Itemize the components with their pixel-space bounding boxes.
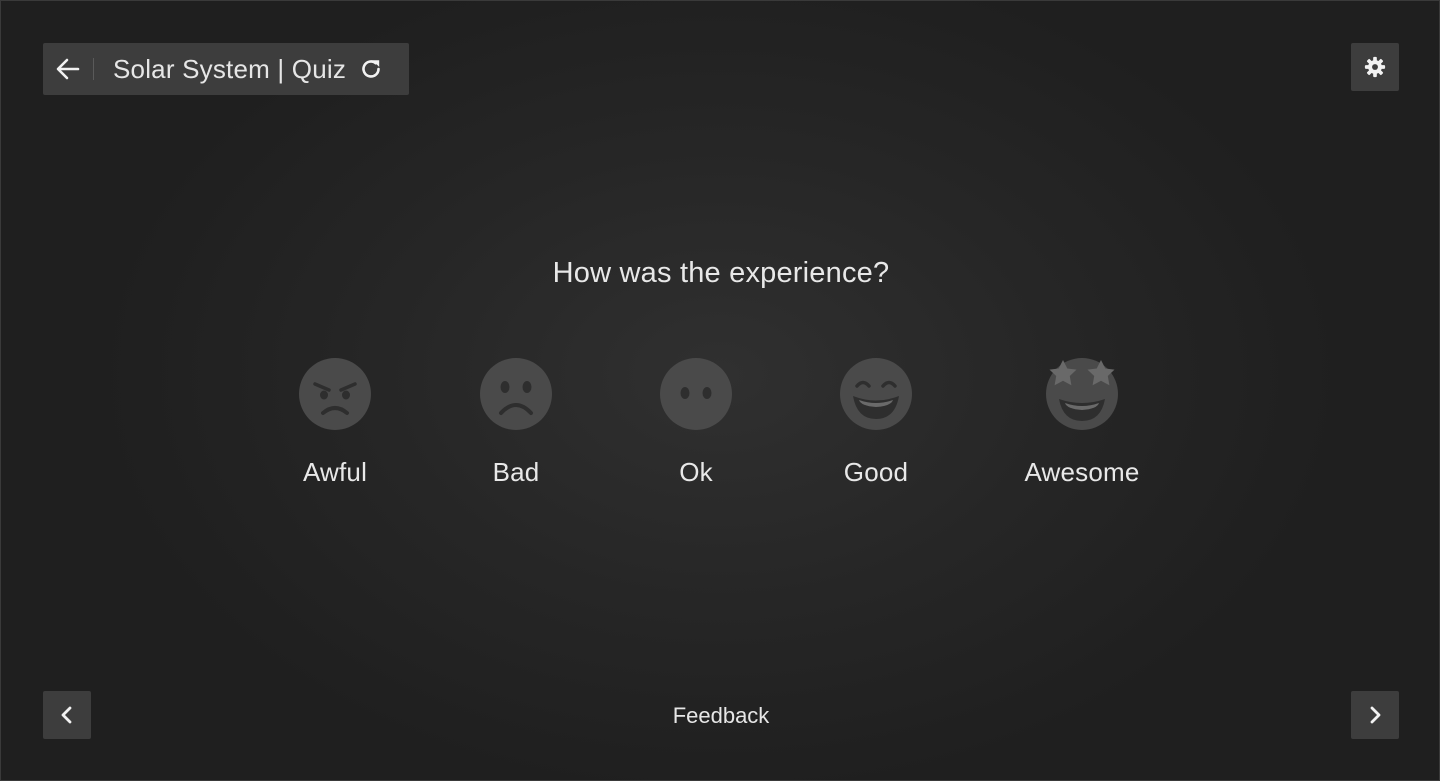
reload-button[interactable] xyxy=(354,52,388,86)
rating-awful[interactable]: Awful xyxy=(255,357,415,488)
quiz-feedback-screen: Solar System | Quiz How was the experien… xyxy=(0,0,1440,781)
settings-button[interactable] xyxy=(1351,43,1399,91)
rating-label: Ok xyxy=(679,457,713,487)
next-button[interactable] xyxy=(1351,691,1399,739)
rating-good[interactable]: Good xyxy=(796,357,956,488)
back-button[interactable] xyxy=(43,43,93,95)
star-struck-face-icon xyxy=(1046,358,1118,430)
chevron-right-icon xyxy=(1370,706,1381,724)
gear-icon xyxy=(1364,56,1386,78)
rating-label: Good xyxy=(843,457,909,487)
feedback-question: How was the experience? xyxy=(552,257,890,289)
rating-awesome[interactable]: Awesome xyxy=(1002,357,1162,488)
rating-bad[interactable]: Bad xyxy=(436,357,596,488)
grinning-face-icon xyxy=(840,358,912,430)
rating-label: Bad xyxy=(492,457,540,487)
arrow-left-icon xyxy=(56,58,80,80)
frowning-face-icon xyxy=(480,358,552,430)
neutral-face-icon xyxy=(660,358,732,430)
title-bar: Solar System | Quiz xyxy=(43,43,409,95)
rating-label: Awesome xyxy=(1024,457,1140,487)
rating-label: Awful xyxy=(302,457,368,487)
title-divider xyxy=(93,58,94,80)
reload-icon xyxy=(362,60,380,78)
footer-section-label: Feedback xyxy=(672,703,770,728)
page-title: Solar System | Quiz xyxy=(113,53,347,84)
rating-ok[interactable]: Ok xyxy=(616,357,776,488)
angry-face-icon xyxy=(299,358,371,430)
